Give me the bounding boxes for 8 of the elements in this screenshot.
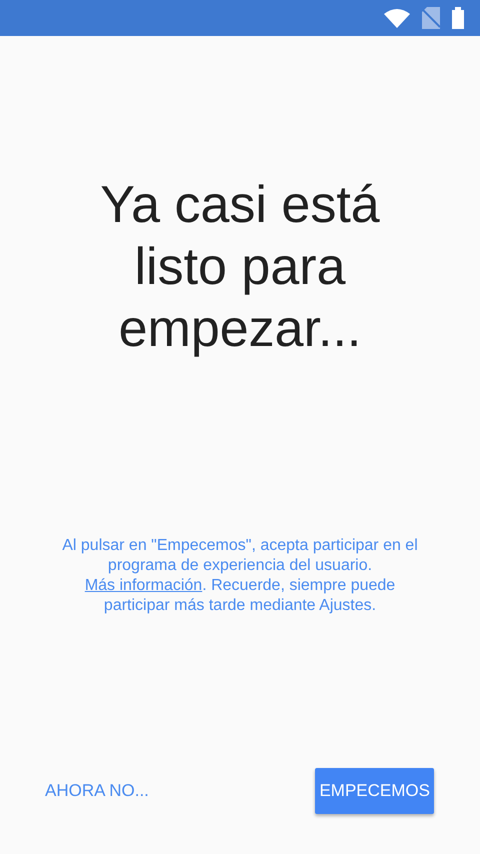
start-button[interactable]: EMPECEMOS: [315, 768, 434, 814]
more-info-link[interactable]: Más información: [84, 577, 202, 594]
heading: Ya casi está listo para empezar...: [99, 175, 381, 360]
no-sim-icon: [422, 7, 440, 29]
not-now-button[interactable]: AHORA NO...: [45, 781, 149, 801]
consent-notice: Al pulsar en "Empecemos", acepta participar en el programa de experiencia del usuario. Más información. Recuerde, siempre puede participar más tarde mediante Ajustes.: [61, 536, 419, 616]
battery-icon: [452, 7, 464, 29]
wifi-icon: [384, 8, 410, 28]
